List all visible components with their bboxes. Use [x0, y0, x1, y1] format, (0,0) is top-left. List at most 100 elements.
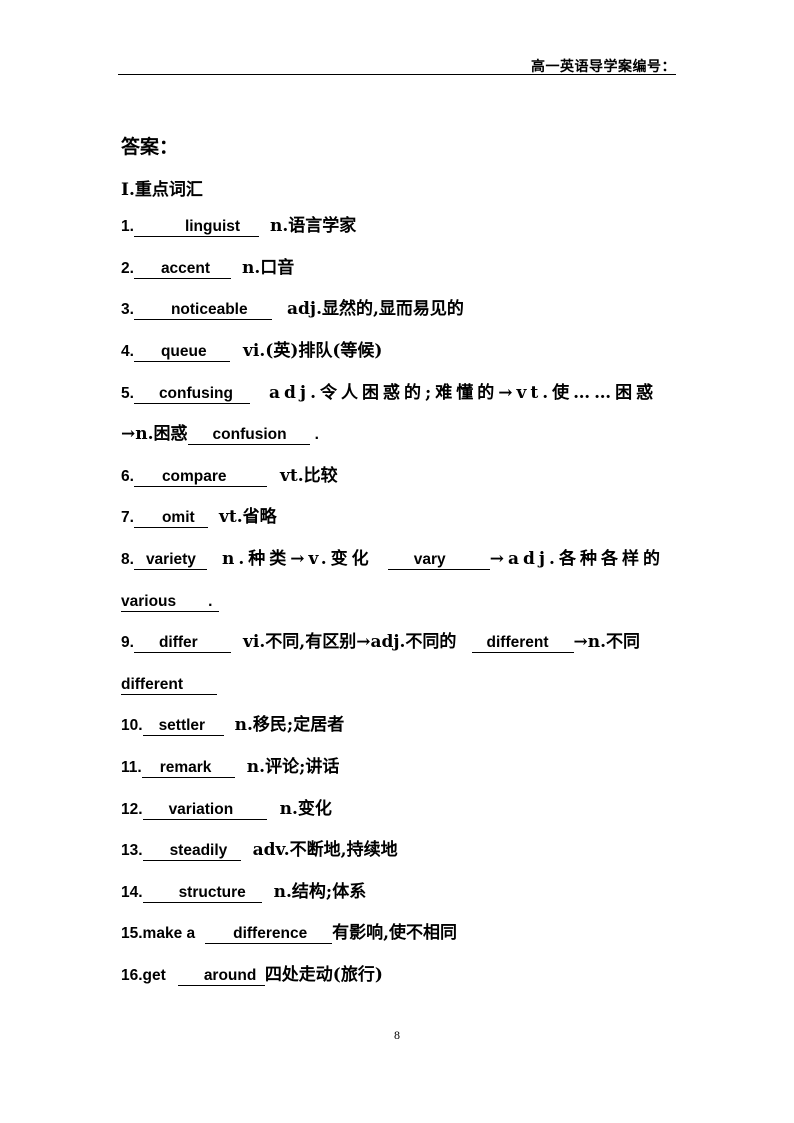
item-number: 5. — [121, 385, 134, 402]
definition: n.变化 — [279, 799, 332, 819]
item-number: 8. — [121, 551, 134, 568]
answer-text: around — [203, 967, 257, 984]
answer-blank: confusing — [133, 384, 250, 404]
vocab-item-9-continued: different — [121, 674, 217, 695]
vocab-item-2: 2. accent n.口音 — [121, 258, 294, 279]
answer-text: compare — [161, 468, 227, 485]
answer-heading: 答案： — [121, 136, 179, 158]
definition: n.种类→v.变化 — [222, 549, 373, 569]
vocab-item-1: 1. linguist n.语言学家 — [121, 216, 356, 237]
item-number: 2. — [121, 260, 134, 277]
vocab-item-11: 11. remark n.评论;讲话 — [121, 757, 339, 778]
vocab-item-5-continued: →n.困惑 confusion. — [121, 424, 319, 445]
period: . — [208, 593, 213, 610]
item-number: 7. — [121, 509, 134, 526]
vocab-item-3: 3. noticeable adj.显然的,显而易见的 — [121, 299, 464, 320]
answer-blank: remark — [141, 758, 235, 778]
vocab-item-6: 6. compare vt.比较 — [121, 466, 338, 487]
answer-blank: settler — [142, 716, 224, 736]
vocab-item-16: 16.get around 四处走动(旅行) — [121, 965, 383, 986]
item-number: 14. — [121, 884, 143, 901]
vocab-item-14: 14. structure n.结构;体系 — [121, 882, 366, 903]
item-number: 9. — [121, 634, 134, 651]
answer-blank-2: confusion. — [187, 425, 319, 445]
vocab-item-5: 5. confusing adj.令人困惑的;难懂的→vt.使……困惑 — [121, 383, 657, 404]
answer-text: remark — [159, 759, 212, 776]
definition: vt.省略 — [219, 507, 277, 527]
definition: n.语言学家 — [270, 216, 357, 236]
answer-text: noticeable — [170, 301, 248, 318]
page-header: 高一英语导学案编号： — [118, 56, 676, 75]
answer-blank-2: vary — [387, 550, 490, 570]
answer-blank: omit — [133, 508, 208, 528]
item-number: 11. — [121, 759, 142, 776]
item-number: 4. — [121, 343, 134, 360]
definition-continued: →adj.各种各样的 — [489, 549, 664, 569]
answer-blank: compare — [133, 467, 267, 487]
answer-text: variety — [145, 551, 196, 568]
answer-text: structure — [178, 884, 246, 901]
item-number: 12. — [121, 801, 143, 818]
definition: n.口音 — [242, 258, 295, 278]
definition: adv.不断地,持续地 — [252, 840, 398, 860]
answer-blank: linguist — [133, 217, 259, 237]
answer-blank: noticeable — [133, 300, 272, 320]
answer-blank: around — [177, 966, 265, 986]
answer-text-3: various — [121, 593, 177, 610]
answer-blank-3: various. — [121, 592, 219, 612]
vocab-item-9: 9. differ vi.不同,有区别→adj.不同的 different →n.不… — [121, 632, 640, 653]
item-number: 1. — [121, 218, 134, 235]
header-title: 高一英语导学案编号： — [531, 59, 676, 75]
definition: adj.令人困惑的;难懂的→vt.使……困惑 — [269, 383, 658, 403]
answer-text: differ — [158, 634, 198, 651]
answer-blank-3: different — [121, 675, 217, 695]
item-number: 10. — [121, 717, 143, 734]
item-number: 6. — [121, 468, 134, 485]
answer-blank: variety — [133, 550, 207, 570]
answer-text: variation — [168, 801, 234, 818]
answer-text-3: different — [121, 676, 183, 693]
vocab-item-13: 13. steadily adv.不断地,持续地 — [121, 840, 398, 861]
answer-text: omit — [161, 509, 195, 526]
vocab-item-10: 10. settler n.移民;定居者 — [121, 715, 344, 736]
definition-continued: →n.不同 — [573, 632, 641, 652]
answer-blank: structure — [142, 883, 262, 903]
answer-blank: variation — [142, 800, 267, 820]
definition: n.评论;讲话 — [246, 757, 340, 777]
page-number: 8 — [394, 1028, 400, 1042]
definition: 有影响,使不相同 — [332, 923, 458, 943]
answer-text-2: confusion — [212, 426, 287, 443]
item-number: 15.make a — [121, 925, 196, 942]
vocab-item-8: 8. variety n.种类→v.变化 vary →adj.各种各样的 — [121, 549, 664, 570]
answer-blank: queue — [133, 342, 230, 362]
answer-text: queue — [160, 343, 207, 360]
vocab-item-7: 7. omit vt.省略 — [121, 507, 277, 528]
answer-blank: difference — [205, 924, 333, 944]
section-title: Ⅰ.重点词汇 — [121, 180, 203, 200]
definition: 四处走动(旅行) — [264, 965, 383, 985]
definition: n.移民;定居者 — [234, 715, 345, 735]
vocab-item-12: 12. variation n.变化 — [121, 799, 332, 820]
answer-text: accent — [160, 260, 211, 277]
answer-blank-2: different — [471, 633, 574, 653]
item-number: 3. — [121, 301, 134, 318]
answer-text: linguist — [184, 218, 241, 235]
vocab-item-8-continued: various. — [121, 591, 219, 612]
period: . — [314, 426, 319, 443]
answer-text: settler — [158, 717, 206, 734]
answer-blank: steadily — [142, 841, 241, 861]
vocab-item-15: 15.make a difference 有影响,使不相同 — [121, 923, 457, 944]
answer-text-2: different — [486, 634, 549, 651]
answer-text: confusing — [158, 385, 233, 402]
definition: vi.(英)排队(等候) — [243, 341, 383, 361]
item-number: 16.get — [121, 967, 166, 984]
answer-text: steadily — [169, 842, 228, 859]
answer-text: difference — [233, 925, 308, 942]
vocab-item-4: 4. queue vi.(英)排队(等候) — [121, 341, 382, 362]
answer-text-2: vary — [413, 551, 446, 568]
definition-continued: →n.困惑 — [121, 424, 188, 444]
definition: vi.不同,有区别→adj.不同的 — [243, 632, 457, 652]
answer-blank: differ — [133, 633, 231, 653]
definition: vt.比较 — [280, 466, 338, 486]
item-number: 13. — [121, 842, 143, 859]
